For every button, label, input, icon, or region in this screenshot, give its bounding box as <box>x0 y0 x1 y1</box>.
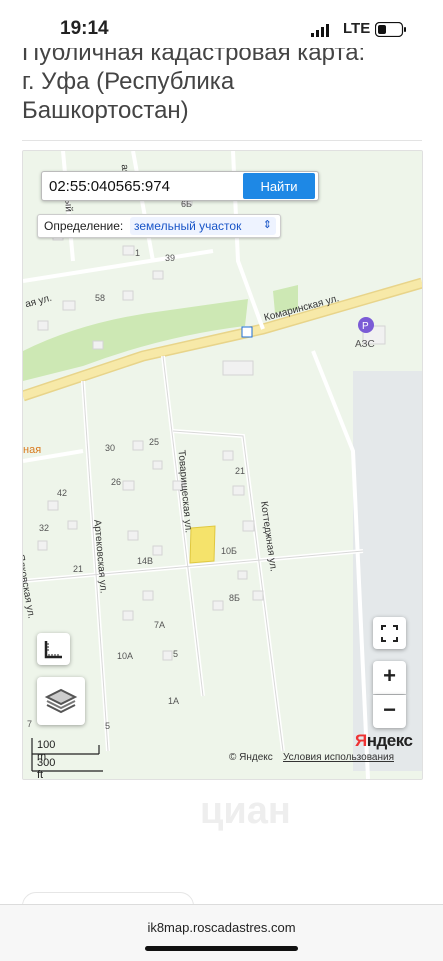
page-title: Публичная кадастровая карта: г. Уфа (Рес… <box>22 38 422 125</box>
signal-icon <box>311 24 329 37</box>
house-number: 39 <box>165 253 176 263</box>
house-number: 26 <box>111 477 122 487</box>
plus-icon: + <box>383 663 396 688</box>
fullscreen-icon <box>381 625 398 642</box>
house-number: 58 <box>95 293 106 303</box>
cadastral-number-input[interactable] <box>45 173 239 199</box>
battery-level-icon <box>375 22 406 37</box>
layers-button[interactable] <box>37 677 85 725</box>
layers-icon <box>44 688 78 714</box>
find-button[interactable]: Найти <box>243 173 315 199</box>
yandex-logo[interactable]: Яндекс <box>355 731 413 751</box>
house-number: 7 <box>27 719 33 729</box>
fullscreen-button[interactable] <box>373 617 406 649</box>
cadastral-map[interactable]: P Комаринская ул. Товарищеская ул. Котте… <box>22 150 423 780</box>
url-text: ik8map.roscadastres.com <box>147 920 296 935</box>
house-number: 1 <box>135 248 141 258</box>
house-number: 30 <box>105 443 116 453</box>
zoom-out-button[interactable]: − <box>373 695 406 728</box>
page-title-line-2: г. Уфа (Республика <box>22 68 235 95</box>
house-number: 8Б <box>229 593 240 603</box>
home-indicator[interactable] <box>145 946 298 951</box>
definition-select-value: земельный участок <box>134 219 242 233</box>
scale-imperial: 300 ft <box>37 757 56 780</box>
browser-url-bar[interactable]: ik8map.roscadastres.com <box>0 904 443 961</box>
minus-icon: − <box>383 697 396 722</box>
house-number: 42 <box>57 488 68 498</box>
definition-row: Определение: земельный участок ⇕ <box>37 214 281 238</box>
terms-link[interactable]: Условия использования <box>283 752 394 763</box>
house-number: 21 <box>73 564 84 574</box>
street-orange-fragment: ная <box>23 444 42 456</box>
house-number: 5 <box>173 649 179 659</box>
network-label: LTE <box>343 20 371 37</box>
house-number: 21 <box>235 466 246 476</box>
definition-label: Определение: <box>44 219 124 233</box>
page-title-line-3: Башкортостан) <box>22 97 189 124</box>
status-time-label: 19:14 <box>60 18 109 39</box>
house-number: 7А <box>154 620 166 630</box>
definition-select[interactable]: земельный участок ⇕ <box>130 217 276 235</box>
ruler-button[interactable] <box>37 633 70 665</box>
house-number: 5 <box>105 721 111 731</box>
copyright: © Яндекс <box>229 752 273 763</box>
status-bar-overlay: 19:14 LTE <box>0 0 443 50</box>
poi-azs: АЗС <box>355 339 375 350</box>
house-number: 1А <box>168 696 180 706</box>
svg-text:P: P <box>362 321 369 332</box>
divider <box>22 140 422 141</box>
house-number: 14В <box>137 556 154 566</box>
chevron-up-down-icon: ⇕ <box>262 219 272 231</box>
house-number: 32 <box>39 523 50 533</box>
yandex-logo-letter: Я <box>355 731 367 750</box>
house-number: 25 <box>149 437 160 447</box>
house-number: 10А <box>117 651 134 661</box>
ruler-icon <box>44 641 62 659</box>
yandex-logo-text: ндекс <box>366 731 413 750</box>
zoom-in-button[interactable]: + <box>373 661 406 694</box>
watermark: циан <box>200 790 291 832</box>
house-number: 10Б <box>221 546 237 556</box>
